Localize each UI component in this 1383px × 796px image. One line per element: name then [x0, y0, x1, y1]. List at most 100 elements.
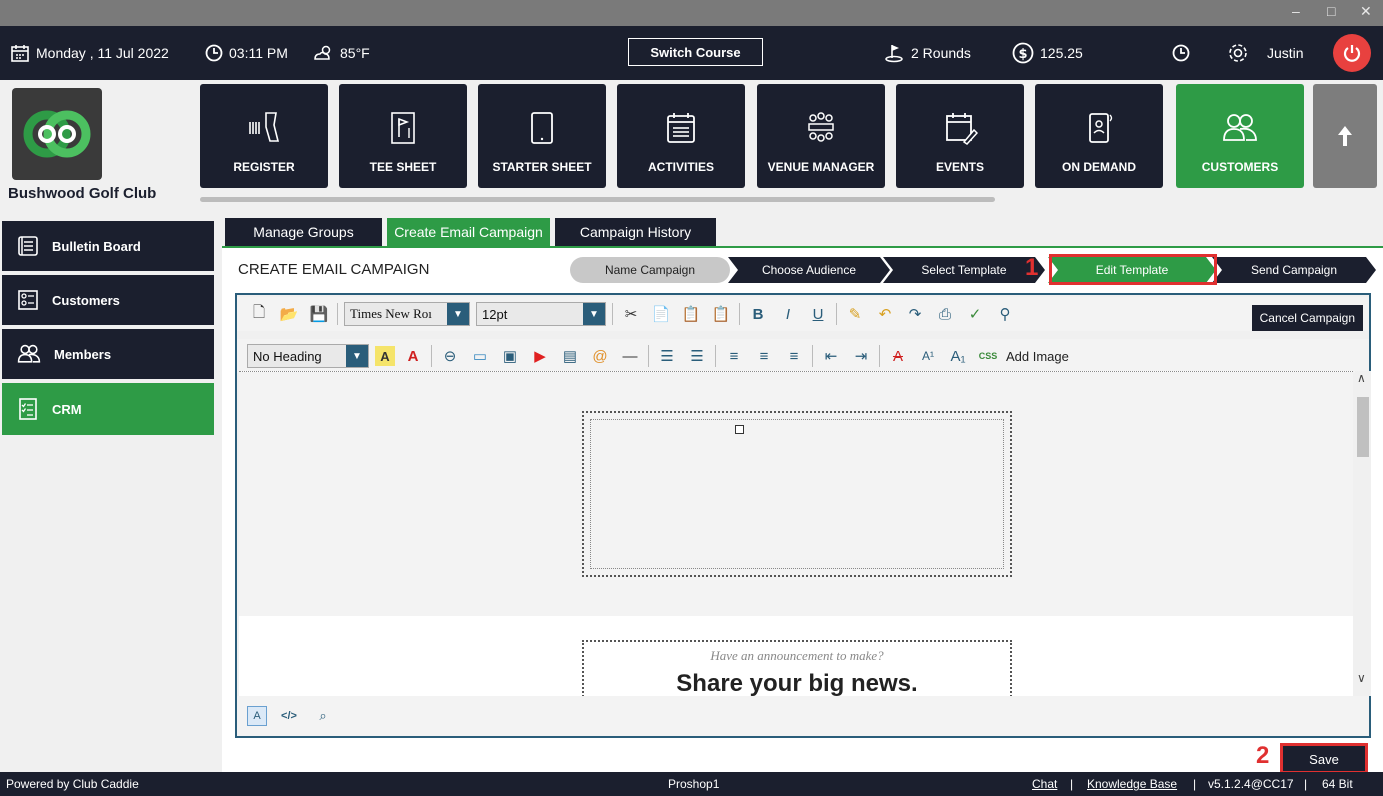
users-icon	[1223, 114, 1257, 141]
crm-checklist-icon	[19, 398, 37, 420]
image-icon[interactable]: ▭	[468, 344, 492, 368]
editor-vertical-scrollbar[interactable]: ∧ ∨	[1355, 371, 1371, 696]
font-family-select[interactable]: Times New Roı ▼	[344, 302, 470, 326]
find-icon[interactable]: ⚲	[993, 302, 1017, 326]
outdent-icon[interactable]: ⇤	[819, 344, 843, 368]
redo-icon[interactable]: ↷	[903, 302, 927, 326]
knowledge-base-link[interactable]: Knowledge Base	[1087, 777, 1177, 791]
sidebar-item-bulletin-board[interactable]: Bulletin Board	[2, 221, 214, 271]
sidebar-item-members[interactable]: Members	[2, 329, 214, 379]
broken-image-icon	[735, 425, 744, 434]
open-folder-icon[interactable]: 📂	[277, 302, 301, 326]
tab-create-email-campaign[interactable]: Create Email Campaign	[387, 218, 550, 246]
chevron-down-icon[interactable]: ∨	[1357, 671, 1366, 685]
sidebar-item-label: Bulletin Board	[52, 238, 141, 254]
collapse-menu-button[interactable]	[1313, 84, 1377, 188]
align-right-icon[interactable]: ≡	[782, 344, 806, 368]
nav-venue-manager[interactable]: VENUE MANAGER	[757, 84, 885, 188]
toolbar-separator	[812, 345, 813, 367]
email-link-icon[interactable]: @	[588, 344, 612, 368]
table-icon[interactable]: ▤	[558, 344, 582, 368]
subscript-icon[interactable]: A₁	[946, 344, 970, 368]
paste-word-icon[interactable]: 📋	[709, 302, 733, 326]
font-size-select[interactable]: 12pt ▼	[476, 302, 606, 326]
chat-link[interactable]: Chat	[1032, 777, 1057, 791]
new-document-icon[interactable]: 🗋	[247, 302, 271, 326]
status-separator: |	[1070, 777, 1074, 791]
paste-icon[interactable]: 📋	[679, 302, 703, 326]
power-button[interactable]	[1333, 34, 1371, 72]
heading-select[interactable]: No Heading ▼	[247, 344, 369, 368]
time-clock-icon[interactable]	[1172, 44, 1190, 62]
nav-on-demand[interactable]: ON DEMAND	[1035, 84, 1163, 188]
page-title: CREATE EMAIL CAMPAIGN	[238, 261, 430, 278]
numbered-list-icon[interactable]: ☰	[655, 344, 679, 368]
sidebar-item-crm[interactable]: CRM	[2, 383, 214, 435]
media-icon[interactable]: ▣	[498, 344, 522, 368]
nav-events[interactable]: EVENTS	[896, 84, 1024, 188]
strikethrough-icon[interactable]: A	[886, 344, 910, 368]
toolbar-separator	[879, 345, 880, 367]
add-image-button[interactable]: Add Image	[1006, 349, 1069, 364]
link-icon[interactable]: ⊖	[438, 344, 462, 368]
weather-icon	[314, 45, 331, 60]
tab-campaign-history[interactable]: Campaign History	[555, 218, 716, 246]
image-block[interactable]	[582, 411, 1012, 577]
spellcheck-icon[interactable]: ✓	[963, 302, 987, 326]
cut-icon[interactable]: ✂	[619, 302, 643, 326]
user-name[interactable]: Justin	[1267, 45, 1304, 61]
nav-tee-sheet[interactable]: TEE SHEET	[339, 84, 467, 188]
toolbar-separator	[715, 345, 716, 367]
scrollbar-thumb[interactable]	[1357, 397, 1369, 457]
tab-manage-groups[interactable]: Manage Groups	[225, 218, 382, 246]
step-name-campaign[interactable]: Name Campaign	[570, 257, 730, 283]
nav-label: ON DEMAND	[1062, 160, 1136, 174]
club-logo	[12, 88, 102, 180]
youtube-icon[interactable]: ▶	[528, 344, 552, 368]
headline-text: Share your big news.	[676, 670, 918, 696]
close-button[interactable]: ✕	[1360, 3, 1372, 20]
switch-course-button[interactable]: Switch Course	[628, 38, 763, 66]
highlight-color-icon[interactable]: A	[375, 346, 395, 366]
save-file-icon[interactable]: 💾	[307, 302, 331, 326]
preview-mode-icon[interactable]: ⌕	[311, 704, 335, 728]
nav-activities[interactable]: ACTIVITIES	[617, 84, 745, 188]
chevron-up-icon[interactable]: ∧	[1357, 371, 1366, 385]
eraser-icon[interactable]: ✎	[843, 302, 867, 326]
css-icon[interactable]: CSS	[976, 344, 1000, 368]
print-icon[interactable]: ⎙	[933, 302, 957, 326]
toolbar-separator	[612, 303, 613, 325]
minimize-button[interactable]: –	[1292, 3, 1300, 19]
nav-register[interactable]: REGISTER	[200, 84, 328, 188]
step-choose-audience[interactable]: Choose Audience	[728, 257, 890, 283]
undo-icon[interactable]: ↶	[873, 302, 897, 326]
chevron-down-icon: ▼	[583, 303, 605, 325]
italic-icon[interactable]: I	[776, 302, 800, 326]
indent-icon[interactable]: ⇥	[849, 344, 873, 368]
align-left-icon[interactable]: ≡	[722, 344, 746, 368]
settings-gear-icon[interactable]	[1227, 42, 1249, 64]
toolbar-separator	[431, 345, 432, 367]
html-mode-icon[interactable]: </>	[277, 704, 301, 728]
email-canvas[interactable]: Have an announcement to make? Share your…	[239, 371, 1353, 696]
font-color-icon[interactable]: A	[401, 344, 425, 368]
nav-customers[interactable]: CUSTOMERS	[1176, 84, 1304, 188]
cancel-campaign-button[interactable]: Cancel Campaign	[1251, 305, 1363, 331]
nav-label: ACTIVITIES	[647, 160, 714, 174]
nav-label: REGISTER	[233, 160, 295, 174]
underline-icon[interactable]: U	[806, 302, 830, 326]
maximize-button[interactable]: □	[1327, 3, 1335, 19]
align-center-icon[interactable]: ≡	[752, 344, 776, 368]
announcement-block[interactable]: Have an announcement to make? Share your…	[582, 640, 1012, 696]
bullet-list-icon[interactable]: ☰	[685, 344, 709, 368]
horizontal-rule-icon[interactable]: —	[618, 344, 642, 368]
step-select-template[interactable]: Select Template	[883, 257, 1045, 283]
superscript-icon[interactable]: A¹	[916, 344, 940, 368]
step-send-campaign[interactable]: Send Campaign	[1212, 257, 1376, 283]
copy-icon[interactable]: 📄	[649, 302, 673, 326]
bold-icon[interactable]: B	[746, 302, 770, 326]
sidebar-item-customers[interactable]: Customers	[2, 275, 214, 325]
nav-scrollbar[interactable]	[200, 197, 995, 202]
design-mode-icon[interactable]: A	[247, 706, 267, 726]
nav-starter-sheet[interactable]: STARTER SHEET	[478, 84, 606, 188]
